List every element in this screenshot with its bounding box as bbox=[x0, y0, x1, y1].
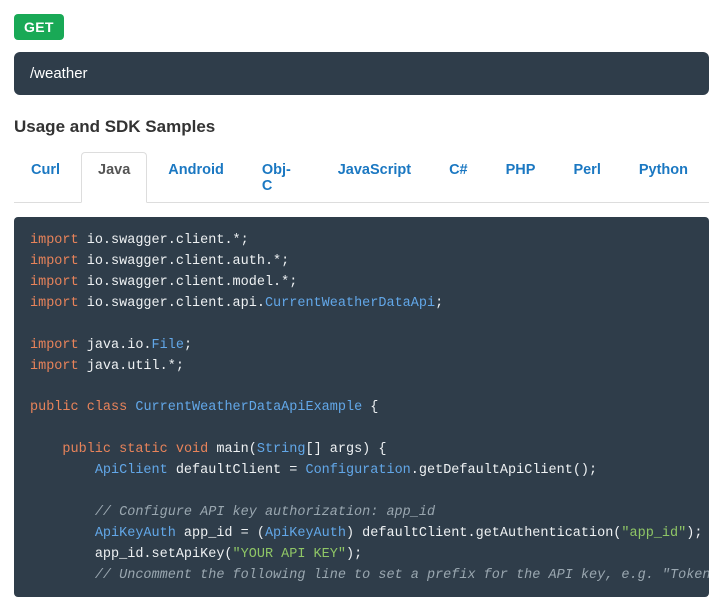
txt: ); bbox=[346, 547, 362, 562]
kw-static: static bbox=[119, 442, 168, 457]
kw-import: import bbox=[30, 233, 79, 248]
kw-import: import bbox=[30, 275, 79, 290]
tab-csharp[interactable]: C# bbox=[432, 152, 485, 203]
tab-javascript[interactable]: JavaScript bbox=[321, 152, 428, 203]
pkg-prefix: java.io. bbox=[87, 338, 152, 353]
pkg-prefix: io.swagger.client.api. bbox=[87, 296, 265, 311]
type-apikeyauth: ApiKeyAuth bbox=[95, 526, 176, 541]
code-sample-java: import io.swagger.client.*; import io.sw… bbox=[14, 217, 709, 597]
str-yourkey: "YOUR API KEY" bbox=[233, 547, 346, 562]
type-file: File bbox=[152, 338, 184, 353]
tab-objc[interactable]: Obj-C bbox=[245, 152, 317, 203]
txt: app_id.setApiKey( bbox=[95, 547, 233, 562]
http-method-badge: GET bbox=[14, 14, 64, 40]
comment: // Configure API key authorization: app_… bbox=[95, 505, 435, 520]
brace: { bbox=[362, 400, 378, 415]
semi: ; bbox=[435, 296, 443, 311]
type-string: String bbox=[257, 442, 306, 457]
txt: defaultClient = bbox=[168, 463, 306, 478]
tab-python[interactable]: Python bbox=[622, 152, 705, 203]
kw-public: public bbox=[30, 400, 79, 415]
kw-public: public bbox=[62, 442, 111, 457]
endpoint-path-bar: /weather bbox=[14, 52, 709, 95]
pkg: io.swagger.client.model.*; bbox=[87, 275, 298, 290]
type-configuration: Configuration bbox=[305, 463, 410, 478]
tab-php[interactable]: PHP bbox=[489, 152, 553, 203]
kw-class: class bbox=[87, 400, 128, 415]
type-apiclient: ApiClient bbox=[95, 463, 168, 478]
pkg: io.swagger.client.auth.*; bbox=[87, 254, 290, 269]
fn-main: main( bbox=[208, 442, 257, 457]
sdk-tabs: Curl Java Android Obj-C JavaScript C# PH… bbox=[14, 151, 709, 203]
type-apikeyauth: ApiKeyAuth bbox=[265, 526, 346, 541]
comment: // Uncomment the following line to set a… bbox=[95, 568, 709, 583]
class-name: CurrentWeatherDataApiExample bbox=[135, 400, 362, 415]
kw-import: import bbox=[30, 338, 79, 353]
kw-import: import bbox=[30, 296, 79, 311]
kw-import: import bbox=[30, 359, 79, 374]
section-title-usage: Usage and SDK Samples bbox=[14, 117, 709, 137]
txt: .getDefaultApiClient(); bbox=[411, 463, 597, 478]
txt: ); bbox=[686, 526, 702, 541]
semi: ; bbox=[184, 338, 192, 353]
tab-android[interactable]: Android bbox=[151, 152, 241, 203]
kw-import: import bbox=[30, 254, 79, 269]
args-rest: [] args) { bbox=[305, 442, 386, 457]
txt: app_id = ( bbox=[176, 526, 265, 541]
tab-java[interactable]: Java bbox=[81, 152, 147, 203]
tab-curl[interactable]: Curl bbox=[14, 152, 77, 203]
pkg: java.util.*; bbox=[87, 359, 184, 374]
kw-void: void bbox=[176, 442, 208, 457]
str-appid: "app_id" bbox=[621, 526, 686, 541]
pkg: io.swagger.client.*; bbox=[87, 233, 249, 248]
txt: ) defaultClient.getAuthentication( bbox=[346, 526, 621, 541]
type-api: CurrentWeatherDataApi bbox=[265, 296, 435, 311]
tab-perl[interactable]: Perl bbox=[556, 152, 617, 203]
